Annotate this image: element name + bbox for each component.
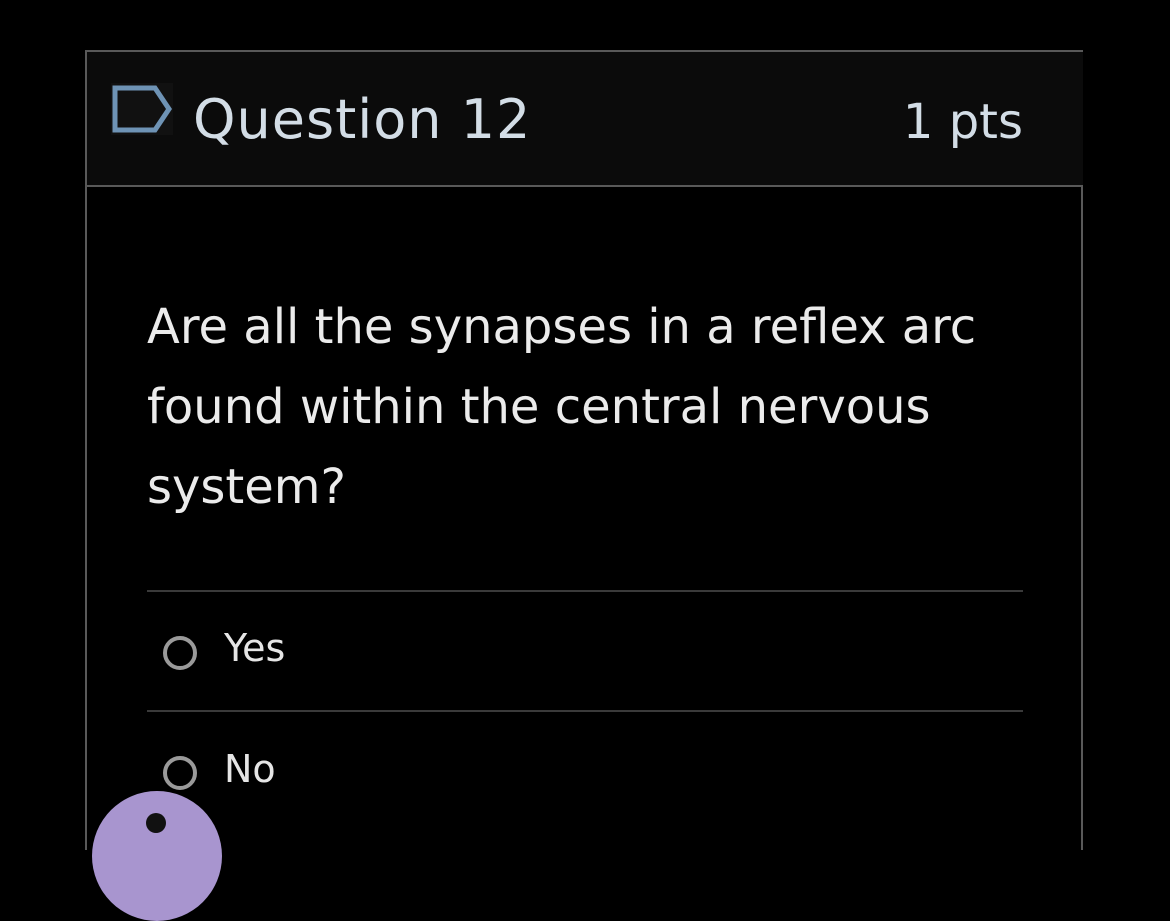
radio-button-yes[interactable] bbox=[163, 636, 197, 670]
answer-label-no[interactable]: No bbox=[224, 746, 276, 792]
question-text: Are all the synapses in a reflex arc fou… bbox=[147, 299, 977, 515]
answer-option-no[interactable]: No bbox=[147, 717, 1023, 827]
question-points: 1 pts bbox=[902, 94, 1023, 150]
answer-divider bbox=[147, 710, 1023, 712]
help-bubble-icon bbox=[146, 813, 166, 833]
radio-button-no[interactable] bbox=[163, 756, 197, 790]
answer-divider bbox=[147, 590, 1023, 592]
flag-outline-icon[interactable] bbox=[111, 83, 173, 135]
question-header: Question 12 1 pts bbox=[87, 52, 1083, 187]
help-bubble-button[interactable] bbox=[92, 791, 222, 921]
answer-label-yes[interactable]: Yes bbox=[224, 625, 285, 671]
question-title: Question 12 bbox=[193, 88, 532, 151]
answer-option-yes[interactable]: Yes bbox=[147, 597, 1023, 707]
question-card: Question 12 1 pts Are all the synapses i… bbox=[85, 50, 1083, 850]
